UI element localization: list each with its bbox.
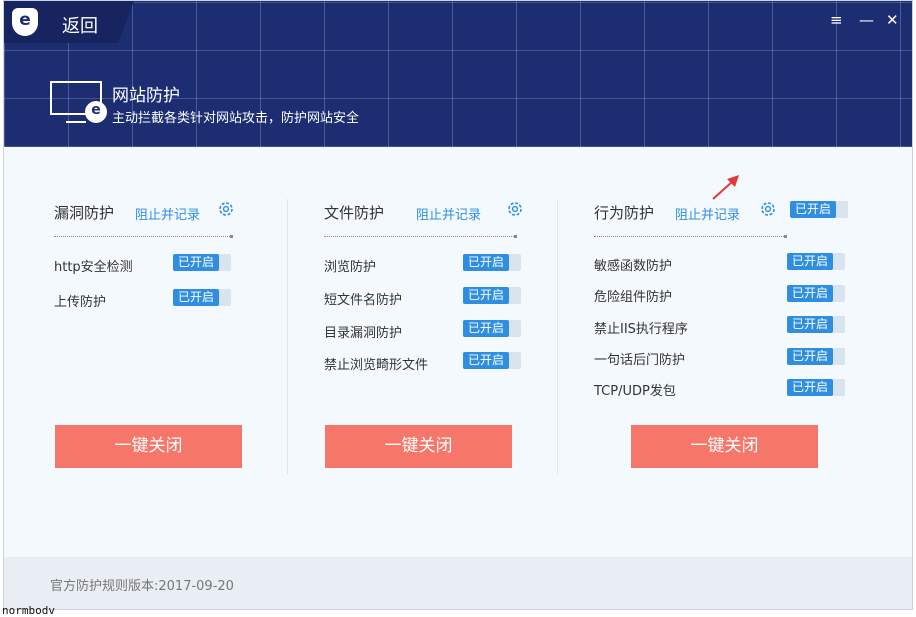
- item-label: http安全检测: [54, 260, 133, 275]
- app-window: e 返回 ≡ — ✕ e 网站防护 主动拦截各类针对网站攻击，防护网站安全 漏洞…: [3, 0, 913, 610]
- disable-all-button[interactable]: 一键关闭: [55, 425, 242, 468]
- gear-icon[interactable]: [759, 200, 777, 218]
- page-title: 网站防护: [112, 86, 180, 106]
- item-label: 浏览防护: [324, 260, 377, 275]
- column-divider: [287, 199, 288, 474]
- section-divider: [594, 235, 787, 238]
- section-mode-link[interactable]: 阻止并记录: [675, 204, 740, 223]
- item-label: 目录漏洞防护: [324, 326, 403, 341]
- column-divider: [557, 199, 558, 474]
- item-label: 一句话后门防护: [594, 353, 686, 368]
- item-label: 上传防护: [54, 295, 107, 310]
- status-toggle[interactable]: 已开启: [787, 379, 845, 396]
- section-title: 漏洞防护: [54, 204, 115, 222]
- gear-icon[interactable]: [217, 200, 235, 218]
- status-toggle[interactable]: 已开启: [787, 348, 845, 365]
- background-text: normbodv: [2, 604, 55, 617]
- section-divider: [324, 235, 517, 238]
- section-title: 行为防护: [594, 204, 655, 222]
- back-label: 返回: [62, 16, 98, 37]
- status-toggle[interactable]: 已开启: [463, 320, 521, 337]
- page-subtitle: 主动拦截各类针对网站攻击，防护网站安全: [112, 111, 360, 126]
- item-label: 禁止浏览畸形文件: [324, 358, 429, 373]
- status-toggle[interactable]: 已开启: [787, 316, 845, 333]
- status-toggle[interactable]: 已开启: [787, 253, 845, 270]
- item-label: 禁止IIS执行程序: [594, 322, 688, 337]
- section-divider: [54, 235, 233, 238]
- section-mode-link[interactable]: 阻止并记录: [416, 204, 481, 223]
- item-label: 敏感函数防护: [594, 259, 673, 274]
- section-mode-link[interactable]: 阻止并记录: [135, 204, 200, 223]
- status-toggle[interactable]: 已开启: [787, 285, 845, 302]
- rules-version-text: 官方防护规则版本:2017-09-20: [50, 579, 234, 594]
- section-title: 文件防护: [324, 204, 385, 222]
- status-toggle[interactable]: 已开启: [463, 287, 521, 304]
- section-master-toggle[interactable]: 已开启: [790, 201, 848, 218]
- menu-icon[interactable]: ≡: [830, 11, 843, 29]
- footer-bar: 官方防护规则版本:2017-09-20: [4, 557, 912, 609]
- item-label: TCP/UDP发包: [594, 384, 676, 399]
- back-button[interactable]: e 返回: [4, 1, 134, 43]
- disable-all-button[interactable]: 一键关闭: [325, 425, 512, 468]
- header-banner: e 返回 ≡ — ✕ e 网站防护 主动拦截各类针对网站攻击，防护网站安全: [4, 1, 912, 147]
- gear-icon[interactable]: [506, 200, 524, 218]
- item-label: 短文件名防护: [324, 293, 403, 308]
- minimize-icon[interactable]: —: [859, 11, 874, 29]
- status-toggle[interactable]: 已开启: [463, 254, 521, 271]
- annotation-arrow-icon: [712, 175, 739, 200]
- status-toggle[interactable]: 已开启: [173, 254, 231, 271]
- status-toggle[interactable]: 已开启: [173, 289, 231, 306]
- monitor-badge-icon: e: [85, 101, 107, 123]
- logo-icon: e: [12, 8, 38, 36]
- status-toggle[interactable]: 已开启: [463, 352, 521, 369]
- disable-all-button[interactable]: 一键关闭: [631, 425, 818, 468]
- item-label: 危险组件防护: [594, 290, 673, 305]
- close-icon[interactable]: ✕: [886, 11, 899, 29]
